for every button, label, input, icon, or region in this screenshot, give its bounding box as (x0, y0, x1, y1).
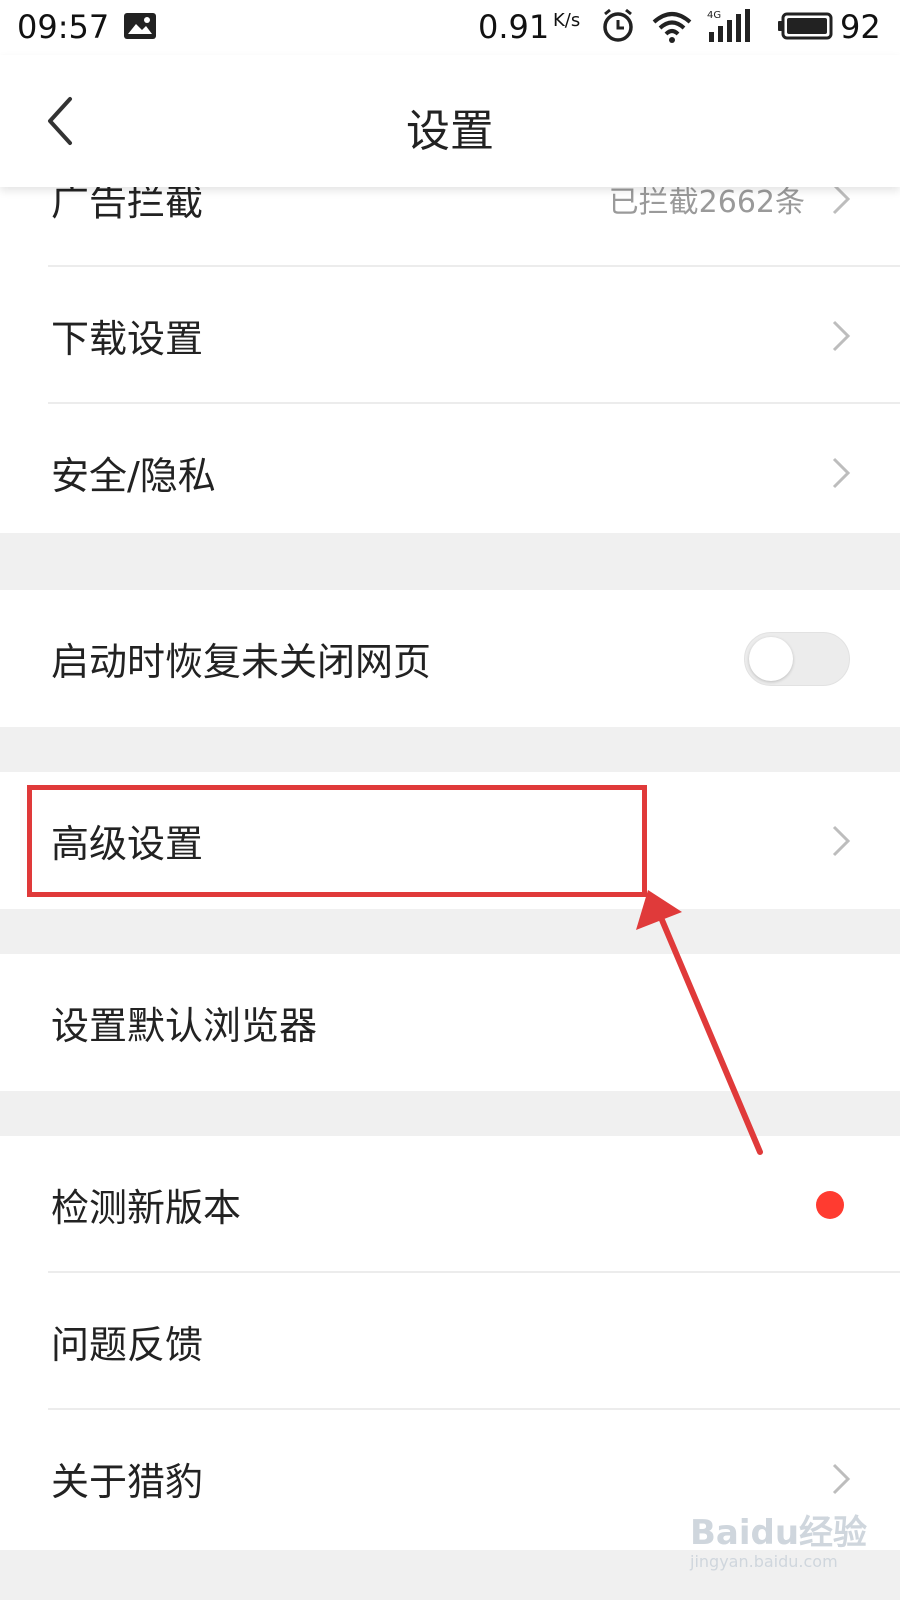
watermark-url: jingyan.baidu.com (690, 1552, 838, 1571)
highlight-box (27, 785, 647, 897)
alarm-icon (603, 8, 633, 42)
setting-label: 检测新版本 (51, 1186, 242, 1230)
setting-label: 设置默认浏览器 (51, 1004, 318, 1048)
new-version-badge (816, 1190, 844, 1219)
app-header: 设置 (0, 55, 900, 187)
chevron-right-icon (832, 320, 851, 351)
network-speed-unit: K/s (553, 10, 581, 31)
setting-security-privacy[interactable]: 安全/隐私 (0, 404, 900, 541)
annotation-arrow-icon (636, 890, 763, 1155)
settings-group-about: 检测新版本 问题反馈 关于猎豹 (0, 1136, 900, 1550)
setting-label: 关于猎豹 (51, 1460, 204, 1504)
page-title: 设置 (406, 106, 494, 157)
setting-restore-tabs: 启动时恢复未关闭网页 (0, 590, 900, 727)
setting-label: 问题反馈 (51, 1323, 204, 1367)
wifi-icon (652, 12, 692, 43)
status-time: 09:57 (17, 8, 110, 46)
setting-label: 安全/隐私 (51, 454, 216, 498)
svg-text:4G: 4G (707, 10, 721, 21)
battery-level: 92 (840, 8, 881, 46)
restore-tabs-toggle[interactable] (744, 631, 850, 686)
settings-group-general: 广告拦截 已拦截2662条 下载设置 安全/隐私 (0, 130, 900, 533)
setting-download[interactable]: 下载设置 (0, 267, 900, 404)
setting-label: 启动时恢复未关闭网页 (51, 640, 432, 684)
settings-group-startup: 启动时恢复未关闭网页 (0, 590, 900, 727)
setting-feedback[interactable]: 问题反馈 (0, 1273, 900, 1410)
chevron-right-icon (832, 457, 851, 488)
image-icon (124, 13, 156, 39)
toggle-knob (749, 636, 793, 681)
status-bar: 09:57 0.91 K/s 4G 92 (0, 0, 900, 55)
watermark-logo: Baidu经验 (690, 1513, 868, 1553)
chevron-right-icon (832, 1463, 851, 1494)
battery-icon (778, 12, 833, 40)
signal-4g-icon: 4G (707, 9, 750, 42)
network-speed: 0.91 (478, 8, 550, 46)
setting-label: 下载设置 (51, 317, 204, 361)
chevron-right-icon (832, 825, 851, 856)
